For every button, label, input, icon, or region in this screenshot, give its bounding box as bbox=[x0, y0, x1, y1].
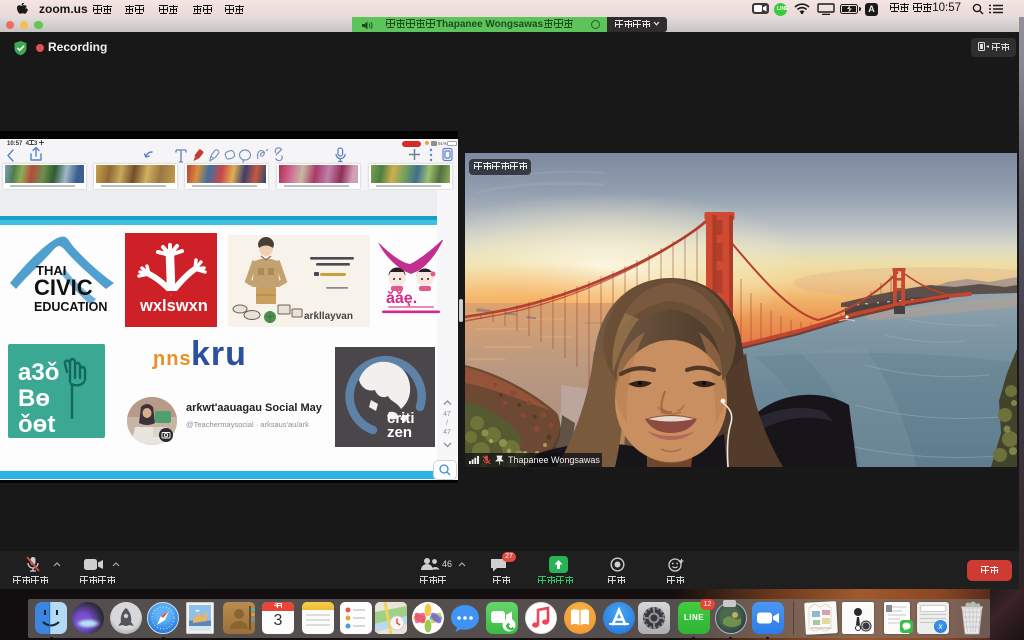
svg-text:Bɵ: Bɵ bbox=[18, 385, 50, 412]
svg-text:ǒɵt: ǒɵt bbox=[18, 411, 55, 438]
svg-text:arƙllayvan: arƙllayvan bbox=[304, 311, 353, 322]
svg-text:a3ǒ: a3ǒ bbox=[18, 359, 59, 386]
svg-text:CIVIC: CIVIC bbox=[34, 275, 93, 300]
svg-text:EDUCATION: EDUCATION bbox=[34, 300, 107, 314]
svg-text:wxlswxn: wxlswxn bbox=[139, 297, 208, 315]
svg-text:zen: zen bbox=[387, 424, 412, 441]
svg-text:ǎǎȩ.: ǎǎȩ. bbox=[386, 290, 417, 307]
